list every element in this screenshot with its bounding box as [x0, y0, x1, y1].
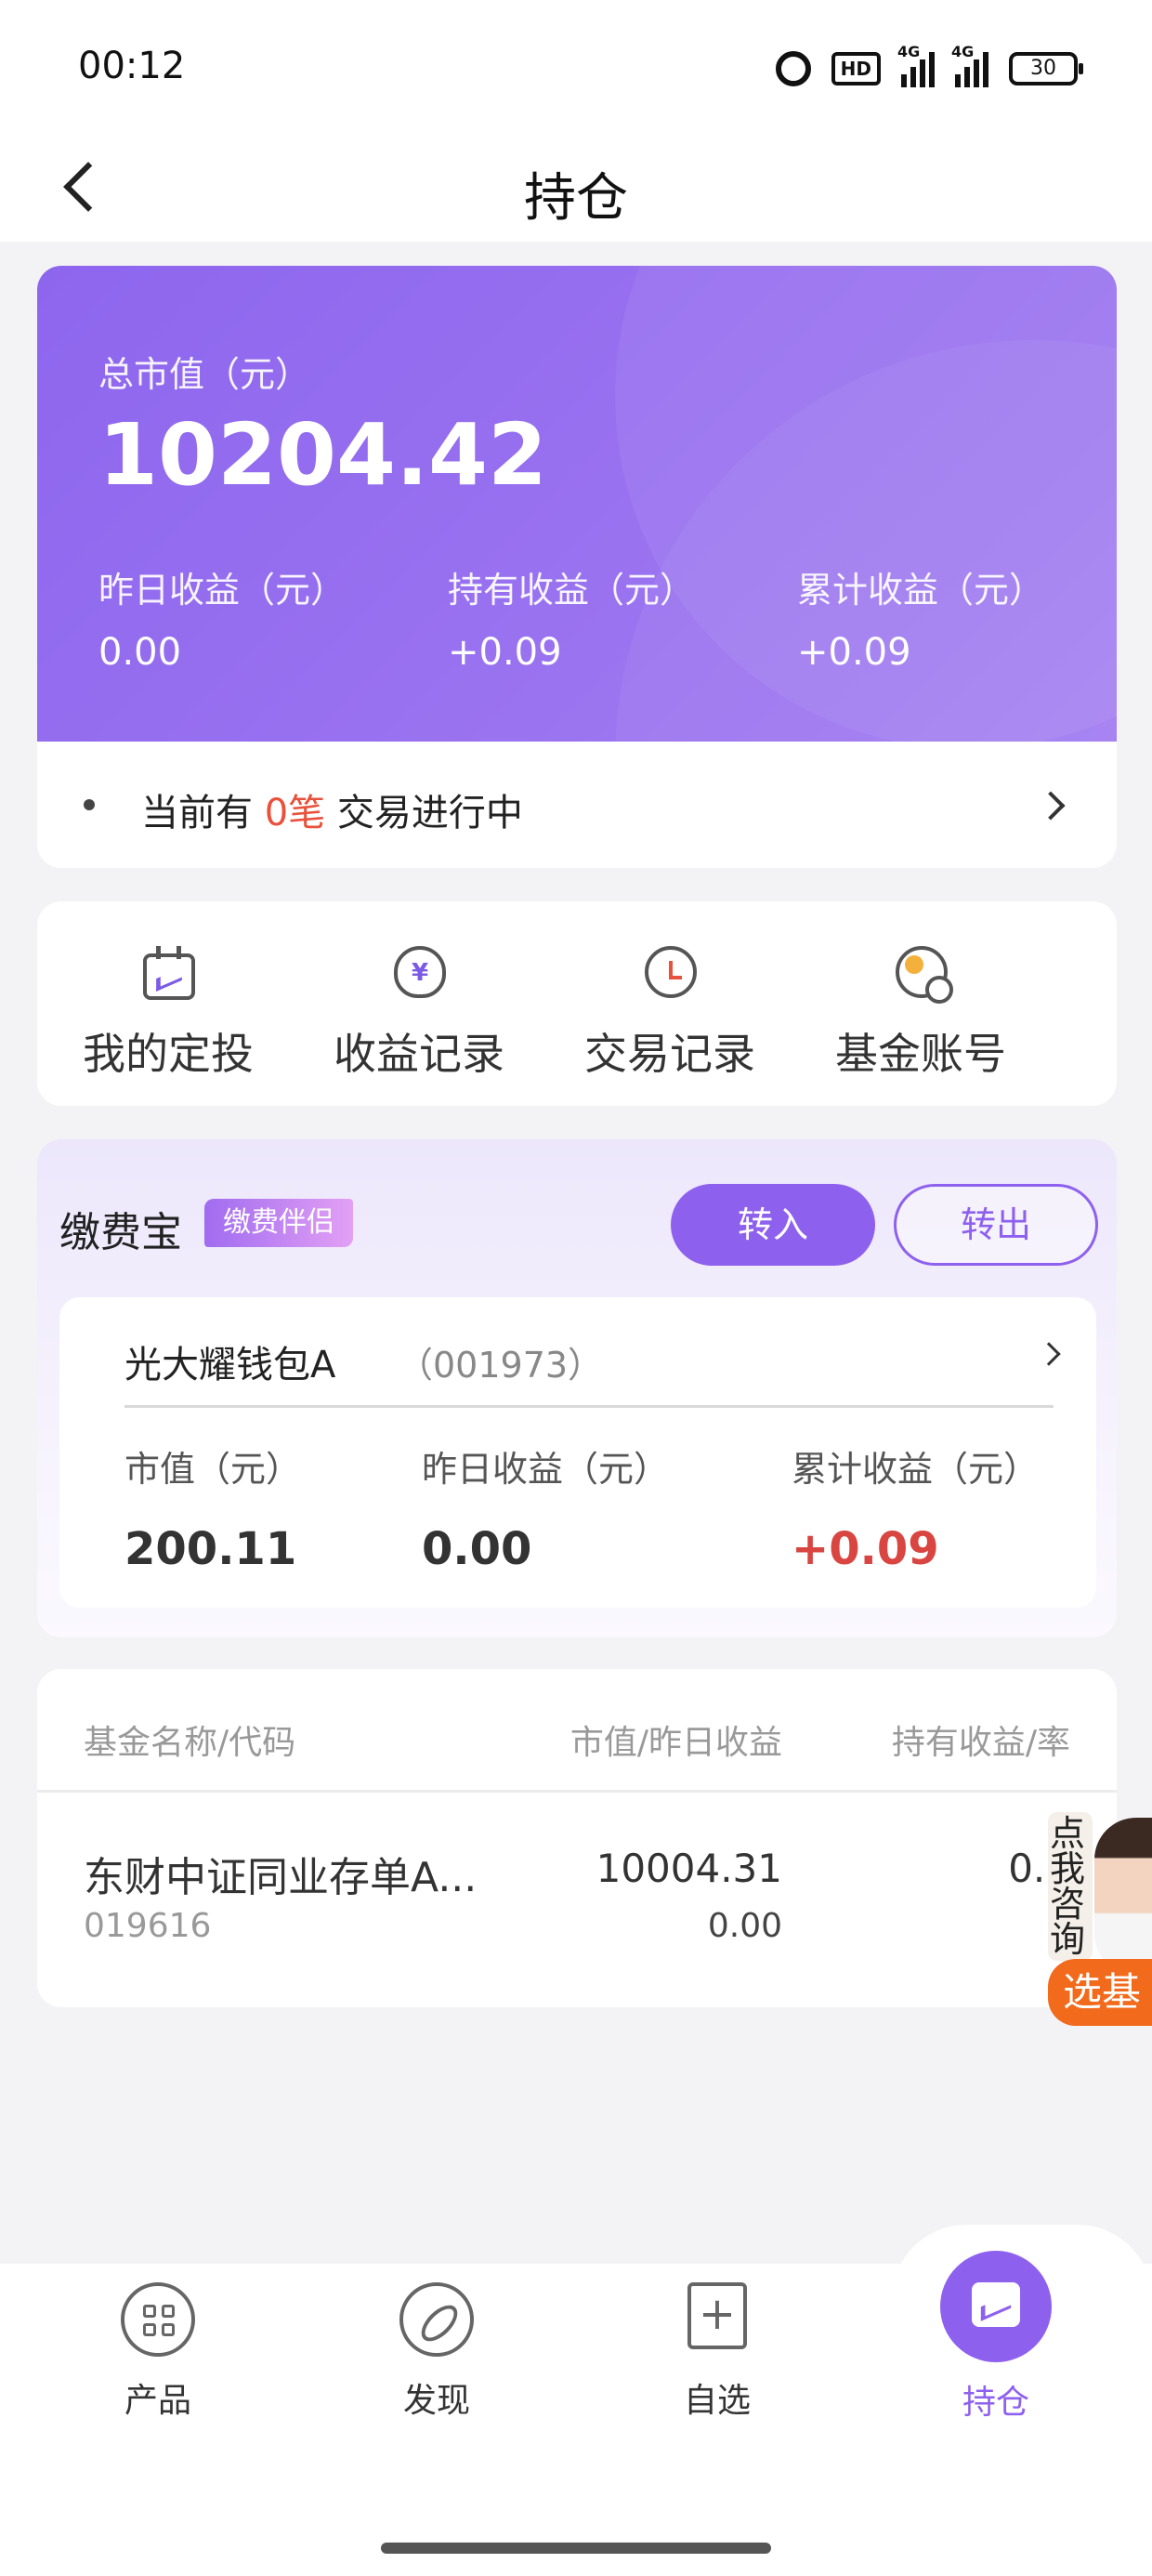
grid-icon — [121, 2282, 195, 2357]
total-value: 10204.42 — [98, 405, 548, 505]
shortcut-income-records[interactable]: 收益记录 — [294, 901, 544, 1106]
shortcut-trade-records[interactable]: 交易记录 — [544, 901, 795, 1106]
tab-watchlist[interactable]: 自选 — [634, 2282, 801, 2422]
bullet-dot — [84, 799, 95, 810]
payment-tag-badge: 缴费伴侣 — [204, 1199, 353, 1247]
fund-total-income: 累计收益（元） +0.09 — [792, 1449, 1040, 1575]
fund-code: （001973） — [398, 1345, 604, 1386]
compass-icon — [399, 2282, 474, 2357]
row-fund-name: 东财中证同业存单A... — [84, 1854, 478, 1901]
account-search-icon — [896, 946, 953, 1004]
total-income: 累计收益（元） +0.09 — [797, 570, 1045, 674]
fund-name: 光大耀钱包A — [124, 1344, 336, 1387]
row-yesterday-income: 0.00 — [707, 1907, 782, 1945]
signal-icon: 4G — [897, 43, 935, 87]
divider — [37, 1790, 1117, 1793]
holdings-table: 基金名称/代码 市值/昨日收益 持有收益/率 东财中证同业存单A... 0196… — [37, 1669, 1117, 2007]
pending-trades-row[interactable]: 当前有 0笔 交易进行中 — [37, 742, 1117, 868]
total-value-label: 总市值（元） — [98, 354, 311, 395]
column-header-hold: 持有收益/率 — [891, 1724, 1070, 1762]
home-indicator[interactable] — [381, 2543, 771, 2554]
status-icons: HD 4G 4G 30 — [775, 43, 1083, 89]
shortcut-fund-account[interactable]: 基金账号 — [795, 901, 1046, 1106]
status-bar: 00:12 HD 4G 4G 30 — [0, 0, 1152, 130]
advisor-avatar — [1094, 1818, 1152, 1976]
consult-floating-widget[interactable]: 点我咨询 选基 — [1039, 1812, 1152, 2026]
chevron-right-icon — [1036, 791, 1066, 821]
fund-yesterday-income: 昨日收益（元） 0.00 — [422, 1449, 670, 1575]
yesterday-income: 昨日收益（元） 0.00 — [98, 570, 347, 674]
payment-title: 缴费宝 — [59, 1209, 182, 1256]
clock-history-icon — [645, 946, 697, 998]
tab-discover[interactable]: 发现 — [353, 2282, 520, 2422]
row-fund-code: 019616 — [84, 1907, 212, 1945]
fund-market-value: 市值（元） 200.11 — [124, 1449, 302, 1575]
hd-icon: HD — [831, 52, 881, 85]
transfer-out-button[interactable]: 转出 — [894, 1184, 1098, 1266]
row-market-value: 10004.31 — [596, 1846, 782, 1891]
calendar-chart-icon — [143, 946, 195, 1000]
alarm-icon — [775, 51, 811, 86]
payment-treasure-section: 缴费宝 缴费伴侣 转入 转出 光大耀钱包A （001973） 市值（元） 200… — [37, 1139, 1117, 1637]
shortcut-grid: 我的定投 收益记录 交易记录 基金账号 — [37, 901, 1117, 1106]
status-time: 00:12 — [78, 45, 186, 87]
holding-income: 持有收益（元） +0.09 — [448, 570, 696, 674]
pending-count: 0笔 — [264, 792, 326, 835]
tab-holdings[interactable] — [940, 2251, 1052, 2362]
column-header-name: 基金名称/代码 — [84, 1724, 296, 1762]
pending-trades-text: 当前有 0笔 交易进行中 — [141, 792, 523, 835]
divider — [124, 1405, 1054, 1408]
money-fund-card[interactable]: 光大耀钱包A （001973） 市值（元） 200.11 昨日收益（元） 0.0… — [59, 1297, 1096, 1608]
page-title: 持仓 — [524, 168, 628, 229]
asset-summary-card: 总市值（元） 10204.42 昨日收益（元） 0.00 持有收益（元） +0.… — [37, 266, 1117, 868]
consult-text: 点我咨询 — [1050, 1813, 1086, 1960]
add-bookmark-icon — [687, 2282, 747, 2349]
nav-bar: 持仓 — [0, 130, 1152, 242]
battery-icon: 30 — [1009, 52, 1083, 85]
pick-fund-button[interactable]: 选基 — [1048, 1959, 1152, 2026]
tab-holdings-label: 持仓 — [962, 2384, 1029, 2422]
tab-products[interactable]: 产品 — [74, 2282, 242, 2422]
chevron-right-icon — [1037, 1342, 1061, 1366]
money-bag-icon — [394, 946, 446, 998]
transfer-in-button[interactable]: 转入 — [671, 1184, 875, 1266]
summary-header: 总市值（元） 10204.42 昨日收益（元） 0.00 持有收益（元） +0.… — [37, 266, 1117, 742]
signal-icon-2: 4G — [951, 43, 988, 87]
shortcut-my-plan[interactable]: 我的定投 — [43, 901, 294, 1106]
column-header-mv: 市值/昨日收益 — [569, 1724, 782, 1762]
